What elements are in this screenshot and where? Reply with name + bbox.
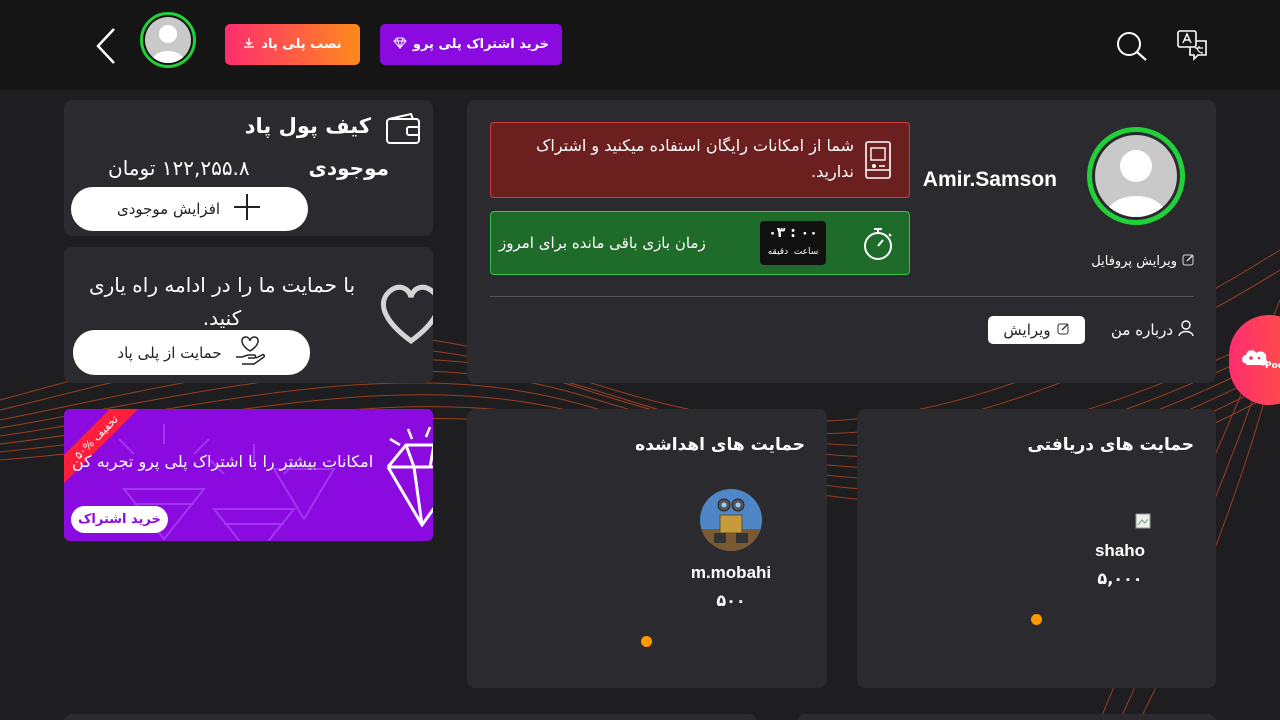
bottom-card-right [797,714,1216,720]
about-edit-label: ویرایش [1003,321,1051,339]
header-avatar[interactable] [140,12,196,68]
back-chevron-icon[interactable] [92,26,118,66]
broken-image-icon [1135,513,1151,529]
heart-icon [376,279,433,353]
received-user-amount: ۵,۰۰۰ [1097,569,1143,588]
edit-profile-label: ویرایش پروفایل [1091,253,1177,269]
edit-profile-link[interactable]: ویرایش پروفایل [1073,252,1195,270]
received-supports-card: حمایت های دریافتی shaho ۵,۰۰۰ [857,409,1216,688]
stopwatch-icon [861,226,895,266]
install-label: نصب پلی پاد [261,37,342,52]
given-supports-title: حمایت های اهداشده [635,435,805,455]
divider [490,296,1194,297]
edit-icon [1057,321,1070,339]
wallet-icon [385,112,421,149]
buy-subscription-button[interactable]: خرید اشتراک [71,506,168,533]
profile-username: Amir.Samson [922,168,1057,191]
increase-balance-button[interactable]: افزایش موجودی [71,187,308,231]
received-carousel-dot[interactable] [1031,614,1042,625]
buy-pro-button[interactable]: خرید اشتراک پلی پرو [380,24,562,65]
play-time-notice: ۰۳ : ۰۰ ساعت دقیقه زمان بازی باقی مانده … [490,211,910,275]
about-me-label: درباره من [1111,321,1173,339]
user-icon [1177,319,1195,341]
install-playpod-button[interactable]: نصب پلی پاد [225,24,360,65]
timer-units: ساعت دقیقه [767,247,819,257]
about-edit-button[interactable]: ویرایش [988,316,1085,344]
hand-heart-icon [234,335,266,371]
given-user-amount: ۵۰۰ [716,591,746,610]
timer-value: ۰۳ : ۰۰ [768,225,818,241]
free-plan-notice: شما از امکانات رایگان استفاده میکنید و ا… [490,122,910,198]
profile-card: Amir.Samson ویرایش پروفایل شما از امکانا… [467,100,1216,383]
plus-icon [232,192,262,226]
search-icon[interactable] [1115,30,1149,62]
wallet-card: کیف پول پاد موجودی ۱۲۲,۲۵۵.۸ تومان افزای… [64,100,433,236]
buy-subscription-label: خرید اشتراک [78,512,161,527]
free-plan-text: شما از امکانات رایگان استفاده میکنید و ا… [536,136,854,181]
language-icon[interactable] [1176,29,1210,61]
wallet-balance-value: ۱۲۲,۲۵۵.۸ تومان [108,156,250,180]
support-playpod-button[interactable]: حمایت از پلی پاد [73,330,310,375]
floating-badge-text: Pod [1265,361,1280,371]
received-user-name: shaho [1094,541,1146,560]
support-card: با حمایت ما را در ادامه راه یاری کنید. ح… [64,247,433,383]
diamond-icon [382,426,433,531]
given-carousel-dot[interactable] [641,636,652,647]
arcade-icon [863,140,893,184]
edit-icon [1182,253,1195,270]
given-supports-card: حمایت های اهداشده m.mobahi ۵۰۰ [467,409,827,688]
promo-message: امکانات بیشتر را با اشتراک پلی پرو تجربه… [71,452,374,471]
received-supports-title: حمایت های دریافتی [1027,435,1194,455]
timer-display: ۰۳ : ۰۰ ساعت دقیقه [760,221,826,265]
support-message: با حمایت ما را در ادامه راه یاری کنید. [88,273,356,330]
buy-pro-label: خرید اشتراک پلی پرو [412,37,550,52]
download-icon [243,37,255,53]
top-bar: نصب پلی پاد خرید اشتراک پلی پرو [0,0,1280,90]
promo-card: تخفیف %۵۰ امکانات بیشتر را با اشتراک پلی… [64,409,433,541]
given-user-avatar[interactable] [700,489,762,551]
diamond-icon [393,37,407,53]
wallet-balance-label: موجودی [308,156,389,180]
bottom-card-left [64,714,757,720]
support-button-label: حمایت از پلی پاد [117,343,222,362]
wallet-title: کیف پول پاد [244,114,371,138]
play-time-label: زمان بازی باقی مانده برای امروز [499,234,706,252]
profile-avatar[interactable] [1087,127,1185,225]
increase-balance-label: افزایش موجودی [116,200,221,218]
given-user-name: m.mobahi [690,563,772,582]
